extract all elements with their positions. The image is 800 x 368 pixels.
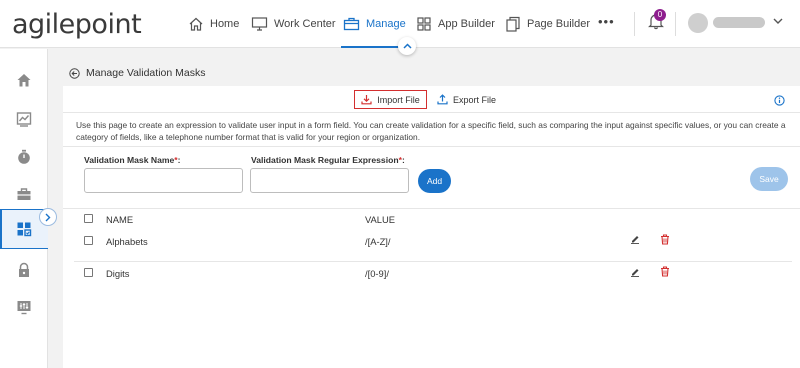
export-file-label: Export File (453, 94, 497, 105)
add-button[interactable]: Add (418, 169, 451, 193)
timer-icon (18, 149, 30, 164)
sidebar-item-apps[interactable] (9, 214, 39, 244)
page-title: Manage Validation Masks (86, 67, 206, 79)
import-file-label: Import File (377, 94, 420, 105)
delete-icon[interactable] (660, 266, 670, 277)
equalizer-icon (17, 301, 31, 315)
monitor-icon (251, 17, 268, 31)
toolbox-icon (17, 188, 31, 200)
nav-home[interactable]: Home (188, 12, 239, 36)
sidebar-item-security[interactable] (9, 255, 39, 285)
left-sidebar (0, 49, 48, 368)
nav-work-center[interactable]: Work Center (251, 12, 336, 36)
collapse-nav-button[interactable] (398, 37, 416, 55)
apps-icon (17, 222, 32, 237)
notification-badge: 0 (654, 9, 666, 21)
chevron-up-icon (402, 43, 412, 49)
save-button[interactable]: Save (750, 167, 788, 191)
home-icon (17, 74, 31, 87)
sidebar-item-analytics[interactable] (9, 104, 39, 134)
agilepoint-logo[interactable]: agilepoint (12, 9, 142, 40)
mask-name-label-text: Validation Mask Name (84, 155, 175, 165)
export-file-button[interactable]: Export File (437, 90, 496, 109)
lock-icon (19, 262, 29, 277)
content-panel (63, 62, 800, 368)
row-name: Digits (106, 268, 130, 279)
nav-manage[interactable]: Manage (343, 12, 406, 36)
user-avatar[interactable] (688, 13, 708, 33)
home-icon (189, 17, 203, 31)
upload-icon (437, 94, 448, 105)
nav-home-label: Home (210, 18, 240, 30)
mask-regex-input[interactable] (250, 168, 409, 193)
sidebar-item-timer[interactable] (9, 142, 39, 172)
user-name-redacted[interactable] (713, 17, 765, 28)
grid-icon (417, 17, 431, 31)
label-colon: : (401, 155, 405, 165)
row-divider (74, 261, 792, 262)
mask-name-label: Validation Mask Name*: (84, 155, 181, 165)
nav-page-builder-label: Page Builder (527, 18, 590, 30)
edit-icon[interactable] (630, 266, 640, 277)
nav-app-builder[interactable]: App Builder (416, 12, 495, 36)
chevron-down-icon[interactable] (773, 17, 783, 25)
select-all-checkbox[interactable] (84, 214, 93, 223)
sidebar-item-settings[interactable] (9, 292, 39, 322)
more-menu-button[interactable]: ••• (598, 14, 615, 29)
row-checkbox[interactable] (84, 236, 93, 245)
mask-regex-label: Validation Mask Regular Expression*: (251, 155, 405, 165)
divider (63, 146, 800, 147)
row-value: /[A-Z]/ (365, 236, 391, 247)
back-arrow-icon[interactable] (69, 68, 80, 79)
column-header-value[interactable]: VALUE (365, 214, 395, 225)
chevron-right-icon (45, 213, 51, 221)
column-header-name[interactable]: NAME (106, 214, 133, 225)
row-checkbox[interactable] (84, 268, 93, 277)
nav-work-center-label: Work Center (274, 18, 336, 30)
divider (63, 208, 800, 209)
divider (675, 12, 676, 36)
mask-regex-label-text: Validation Mask Regular Expression (251, 155, 399, 165)
sidebar-item-toolbox[interactable] (9, 179, 39, 209)
download-icon (361, 95, 372, 105)
sidebar-expand-button[interactable] (39, 208, 57, 226)
divider (634, 12, 635, 36)
divider (63, 112, 800, 113)
nav-app-builder-label: App Builder (438, 18, 495, 30)
info-icon[interactable] (774, 95, 785, 106)
active-tab-indicator (341, 46, 405, 48)
nav-manage-label: Manage (366, 18, 406, 30)
row-name: Alphabets (106, 236, 148, 247)
row-value: /[0-9]/ (365, 268, 389, 279)
page-description: Use this page to create an expression to… (76, 120, 786, 142)
nav-page-builder[interactable]: Page Builder (505, 12, 590, 36)
import-file-button[interactable]: Import File (354, 90, 427, 109)
edit-icon[interactable] (630, 233, 640, 244)
pages-icon (506, 16, 520, 32)
label-colon: : (177, 155, 181, 165)
chart-icon (16, 112, 32, 127)
briefcase-icon (343, 17, 360, 31)
sidebar-item-home[interactable] (9, 65, 39, 95)
delete-icon[interactable] (660, 234, 670, 245)
mask-name-input[interactable] (84, 168, 243, 193)
